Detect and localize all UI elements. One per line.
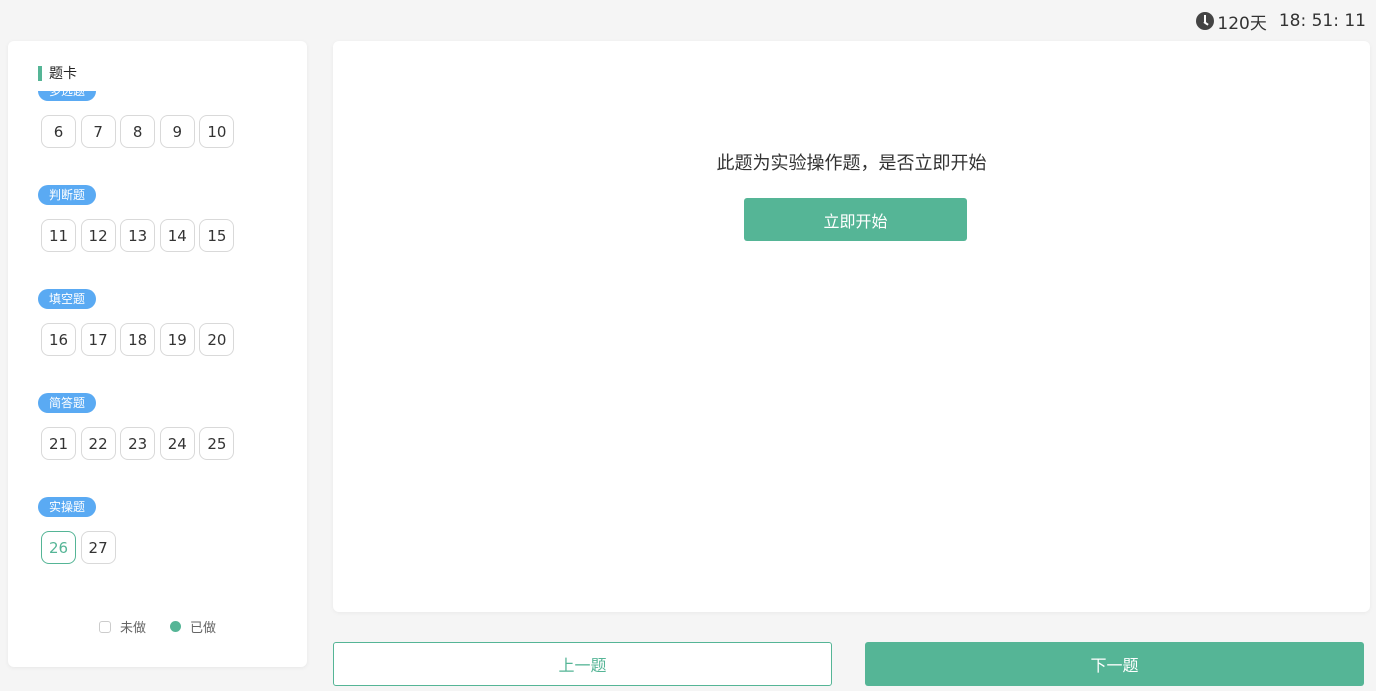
- section-tag: 简答题: [38, 393, 97, 413]
- question-number[interactable]: 27: [80, 531, 116, 564]
- question-number[interactable]: 7: [80, 115, 116, 148]
- question-number[interactable]: 16: [41, 323, 76, 356]
- section-tag: 填空题: [38, 289, 97, 309]
- question-number[interactable]: 25: [199, 427, 235, 460]
- remaining-days: 120天: [1217, 13, 1267, 34]
- question-number[interactable]: 20: [199, 323, 235, 356]
- question-number[interactable]: 14: [159, 219, 195, 252]
- next-question-button[interactable]: 下一题: [865, 642, 1364, 686]
- question-number[interactable]: 9: [159, 115, 195, 148]
- undone-marker-icon: [98, 620, 111, 633]
- start-now-button[interactable]: 立即开始: [744, 198, 967, 241]
- question-number[interactable]: 13: [120, 219, 156, 252]
- section-tag: 实操题: [38, 497, 97, 517]
- clock-icon: [1196, 12, 1215, 30]
- exam-timer: 120天 18: 51: 11: [1196, 9, 1366, 34]
- question-number[interactable]: 10: [199, 115, 235, 148]
- question-number[interactable]: 11: [41, 219, 76, 252]
- section-true-false: 判断题 11 12 13 14 15: [38, 184, 239, 252]
- question-number[interactable]: 6: [41, 115, 76, 148]
- legend-undone-label: 未做: [119, 621, 146, 636]
- question-number[interactable]: 21: [41, 427, 76, 460]
- title-accent-bar: [38, 65, 42, 81]
- question-number[interactable]: 17: [80, 323, 116, 356]
- question-number-current[interactable]: 26: [41, 531, 76, 564]
- section-tag: 判断题: [38, 185, 97, 205]
- question-number[interactable]: 24: [159, 427, 195, 460]
- answer-card-title: 题卡: [38, 63, 77, 83]
- question-number[interactable]: 23: [120, 427, 156, 460]
- section-tag: 多选题: [38, 91, 97, 101]
- legend-done-label: 已做: [190, 621, 217, 636]
- question-number[interactable]: 19: [159, 323, 195, 356]
- previous-question-button[interactable]: 上一题: [333, 642, 832, 686]
- answer-card-title-text: 题卡: [49, 66, 77, 82]
- question-number[interactable]: 18: [120, 323, 156, 356]
- section-multiple-choice: 多选题 6 7 8 9 10: [38, 91, 239, 148]
- question-prompt: 此题为实验操作题，是否立即开始: [716, 153, 987, 174]
- section-short-answer: 简答题 21 22 23 24 25: [38, 392, 239, 460]
- status-legend: 未做 已做: [8, 617, 307, 636]
- answer-card-panel: 题卡 多选题 6 7 8 9 10 判断题 11 12 13 14 15 填空题…: [8, 41, 307, 667]
- section-practical: 实操题 26 27: [38, 496, 120, 564]
- question-number[interactable]: 22: [80, 427, 116, 460]
- done-marker-icon: [170, 621, 181, 632]
- question-content-panel: 此题为实验操作题，是否立即开始 立即开始: [333, 41, 1370, 612]
- remaining-time: 18: 51: 11: [1278, 11, 1366, 31]
- section-fill-blank: 填空题 16 17 18 19 20: [38, 288, 239, 356]
- question-number[interactable]: 8: [120, 115, 156, 148]
- question-number[interactable]: 12: [80, 219, 116, 252]
- question-list[interactable]: 多选题 6 7 8 9 10 判断题 11 12 13 14 15 填空题 16: [8, 91, 307, 613]
- question-number[interactable]: 15: [199, 219, 235, 252]
